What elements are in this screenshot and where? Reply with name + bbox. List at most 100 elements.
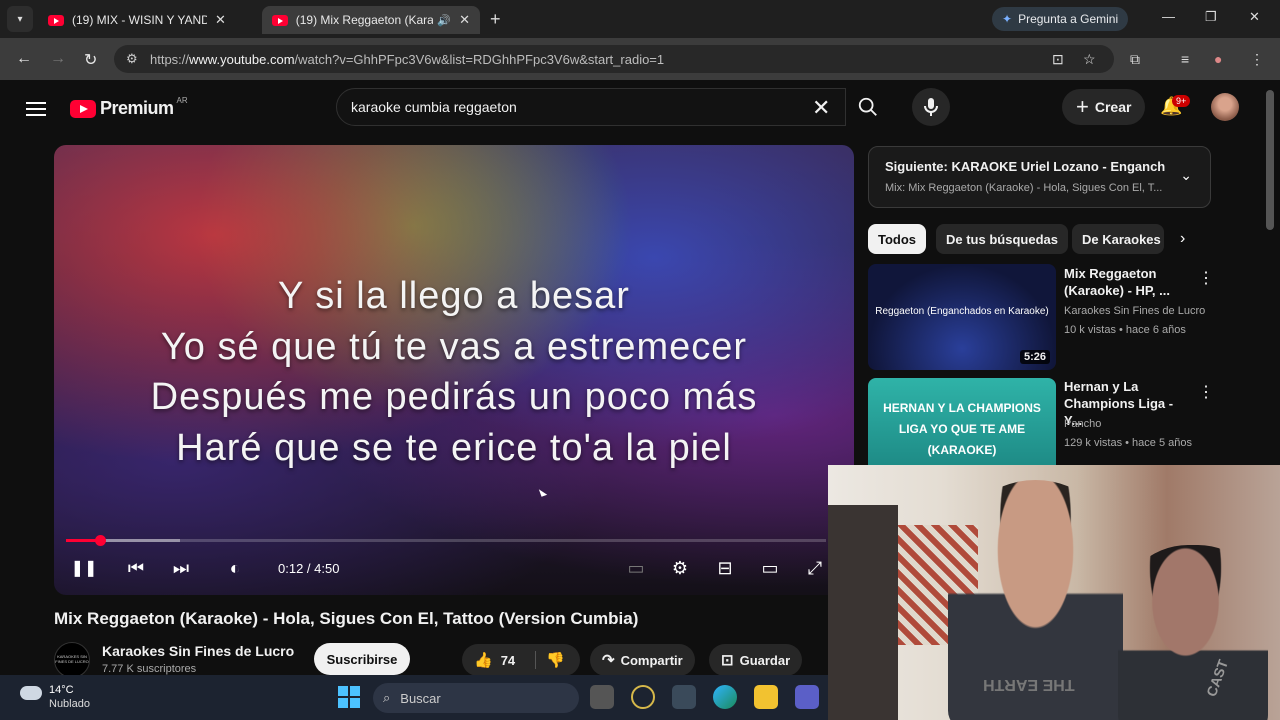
channel-name[interactable]: Karaokes Sin Fines de Lucro bbox=[102, 643, 294, 659]
search-icon bbox=[858, 97, 877, 116]
related-thumb-text: Reggaeton (Enganchados en Karaoke) bbox=[875, 306, 1049, 317]
related-meta-1: 10 k vistas • hace 6 años bbox=[1064, 324, 1186, 336]
page-scrollbar[interactable] bbox=[1266, 90, 1274, 230]
progress-bar[interactable] bbox=[66, 535, 826, 546]
media-controls-icon[interactable]: ≡ bbox=[1181, 51, 1189, 67]
weather-temperature[interactable]: 14°C bbox=[49, 684, 74, 696]
install-app-icon[interactable]: ⊡ bbox=[1052, 51, 1064, 68]
tab-close-icon[interactable]: ✕ bbox=[459, 12, 470, 28]
gemini-icon: ✦ bbox=[1002, 12, 1013, 26]
clear-search-icon[interactable]: ✕ bbox=[812, 95, 830, 121]
create-button[interactable]: + Crear bbox=[1062, 89, 1146, 125]
share-button[interactable]: ↷ Compartir bbox=[590, 644, 695, 676]
chevron-down-icon[interactable]: ⌄ bbox=[1180, 167, 1192, 184]
related-thumb-text: HERNAN Y LA CHAMPIONS LIGA YO QUE TE AME… bbox=[883, 401, 1041, 457]
pause-button[interactable]: ❚❚ bbox=[71, 558, 98, 578]
app-icon[interactable] bbox=[631, 685, 655, 709]
chip-de-tus-busquedas[interactable]: De tus búsquedas bbox=[936, 224, 1068, 254]
like-dislike-group: 👍 74 👎 bbox=[462, 644, 580, 676]
like-icon[interactable]: 👍 bbox=[474, 651, 493, 669]
previous-button[interactable]: ⏮ bbox=[125, 558, 147, 579]
youtube-play-logo-icon bbox=[70, 99, 96, 118]
reload-icon[interactable]: ↻ bbox=[84, 50, 97, 70]
chip-de-karaokes[interactable]: De Karaokes S bbox=[1072, 224, 1164, 254]
save-button[interactable]: ⊡ Guardar bbox=[709, 644, 803, 676]
channel-avatar-text: KARAOKES SIN FINES DE LUCRO bbox=[55, 654, 89, 664]
back-icon[interactable]: ← bbox=[16, 50, 32, 68]
channel-avatar[interactable]: KARAOKES SIN FINES DE LUCRO bbox=[54, 642, 90, 678]
settings-gear-icon[interactable]: ⚙ bbox=[669, 558, 691, 579]
save-label: Guardar bbox=[739, 652, 791, 668]
duration-badge: 5:26 bbox=[1019, 350, 1050, 364]
voice-search-button[interactable] bbox=[912, 88, 950, 126]
up-next-subtitle: Mix: Mix Reggaeton (Karaoke) - Hola, Sig… bbox=[885, 182, 1163, 194]
site-info-icon[interactable]: ⚙ bbox=[126, 51, 138, 67]
youtube-favicon-icon bbox=[272, 14, 288, 26]
related-meta-2: 129 k vistas • hace 5 años bbox=[1064, 437, 1192, 449]
tab-close-icon[interactable]: ✕ bbox=[215, 12, 226, 28]
more-options-icon[interactable]: ⋮ bbox=[1198, 268, 1214, 288]
browser-tab-2-active[interactable]: (19) Mix Reggaeton (Karaoke 🔊 ✕ bbox=[262, 6, 480, 34]
up-next-title: Siguiente: KARAOKE Uriel Lozano - Enganc… bbox=[885, 159, 1165, 174]
chevron-down-icon: ▾ bbox=[17, 13, 23, 25]
hamburger-menu-icon[interactable] bbox=[26, 98, 46, 120]
webcam-person-2 bbox=[1118, 545, 1268, 720]
subtitles-icon[interactable]: ▭ bbox=[625, 558, 647, 579]
up-next-panel[interactable]: Siguiente: KARAOKE Uriel Lozano - Enganc… bbox=[868, 146, 1211, 208]
browser-menu-icon[interactable]: ⋮ bbox=[1250, 51, 1264, 68]
browser-tab-1[interactable]: (19) MIX - WISIN Y YANDEL🔥( ✕ bbox=[38, 6, 236, 34]
tab-title: (19) MIX - WISIN Y YANDEL🔥( bbox=[72, 13, 207, 27]
notification-count-badge: 9+ bbox=[1172, 95, 1191, 107]
logo-region: AR bbox=[176, 96, 188, 105]
bookmark-star-icon[interactable]: ☆ bbox=[1083, 51, 1096, 68]
edge-browser-icon[interactable] bbox=[713, 685, 737, 709]
file-explorer-icon[interactable] bbox=[754, 685, 778, 709]
address-bar[interactable]: ⚙ https://www.youtube.com/watch?v=GhhPFp… bbox=[114, 45, 1114, 73]
subscribe-button[interactable]: Suscribirse bbox=[314, 643, 410, 675]
dislike-icon[interactable]: 👎 bbox=[535, 651, 565, 669]
window-close-button[interactable]: ✕ bbox=[1249, 9, 1260, 25]
account-avatar[interactable] bbox=[1211, 93, 1239, 121]
cast-icon[interactable]: ▭ bbox=[759, 558, 781, 579]
lyric-line-1: Y si la llego a besar bbox=[278, 275, 630, 317]
taskbar-search[interactable]: ⌕ Buscar bbox=[373, 683, 579, 713]
gemini-label: Pregunta a Gemini bbox=[1018, 12, 1119, 26]
profile-icon[interactable]: ● bbox=[1214, 51, 1222, 67]
app-icon[interactable] bbox=[672, 685, 696, 709]
more-options-icon[interactable]: ⋮ bbox=[1198, 382, 1214, 402]
fullscreen-icon[interactable]: ⤢ bbox=[804, 558, 826, 579]
tab-list-button[interactable]: ▾ bbox=[7, 6, 33, 32]
create-label: Crear bbox=[1094, 99, 1132, 115]
video-player[interactable]: Y si la llego a besar Yo sé que tú te va… bbox=[54, 145, 854, 595]
windows-start-icon[interactable] bbox=[338, 686, 360, 708]
audio-playing-icon[interactable]: 🔊 bbox=[437, 14, 451, 27]
teams-icon[interactable] bbox=[795, 685, 819, 709]
related-thumbnail-2[interactable]: HERNAN Y LA CHAMPIONS LIGA YO QUE TE AME… bbox=[868, 378, 1056, 466]
video-title: Mix Reggaeton (Karaoke) - Hola, Sigues C… bbox=[54, 609, 639, 628]
search-input[interactable]: karaoke cumbia reggaeton bbox=[336, 88, 846, 126]
volume-icon[interactable]: ◐ bbox=[224, 558, 246, 579]
forward-icon[interactable]: → bbox=[50, 50, 66, 68]
window-maximize-button[interactable]: ❐ bbox=[1205, 9, 1217, 25]
task-view-icon[interactable] bbox=[590, 685, 614, 709]
new-tab-button[interactable]: + bbox=[490, 9, 501, 30]
chip-todos[interactable]: Todos bbox=[868, 224, 927, 254]
taskbar-search-label: Buscar bbox=[400, 690, 441, 706]
window-minimize-button[interactable]: — bbox=[1162, 9, 1175, 24]
related-title-1[interactable]: Mix Reggaeton (Karaoke) - HP, ... bbox=[1064, 265, 1194, 299]
cloud-icon[interactable] bbox=[20, 686, 42, 700]
next-button[interactable]: ⏭ bbox=[170, 558, 192, 579]
related-channel-2[interactable]: Pancho bbox=[1064, 418, 1101, 430]
extensions-icon[interactable]: ⧉ bbox=[1130, 51, 1140, 68]
time-display: 0:12 / 4:50 bbox=[278, 561, 340, 576]
weather-condition: Nublado bbox=[49, 698, 90, 710]
youtube-premium-logo[interactable]: Premium AR bbox=[70, 96, 188, 119]
chevron-right-icon[interactable]: › bbox=[1180, 230, 1185, 248]
search-button[interactable] bbox=[846, 88, 890, 126]
logo-text: Premium bbox=[100, 98, 174, 118]
related-channel-1[interactable]: Karaokes Sin Fines de Lucro bbox=[1064, 305, 1205, 317]
theater-mode-icon[interactable]: ⊟ bbox=[714, 558, 736, 579]
url-prefix: https:// bbox=[150, 51, 190, 67]
gemini-button[interactable]: ✦ Pregunta a Gemini bbox=[992, 7, 1129, 31]
related-thumbnail-1[interactable]: Reggaeton (Enganchados en Karaoke) 5:26 bbox=[868, 264, 1056, 370]
